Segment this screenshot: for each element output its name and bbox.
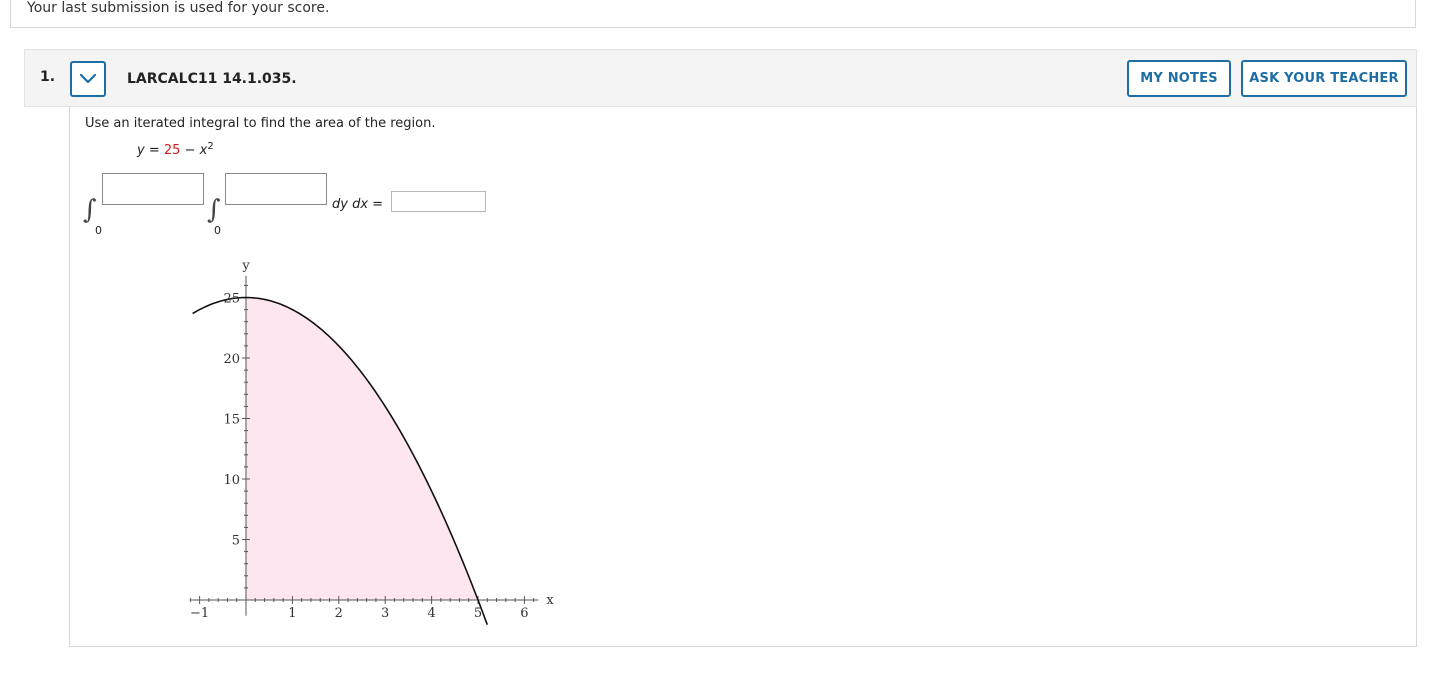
score-banner: Your last submission is used for your sc… bbox=[10, 0, 1416, 28]
question-number: 1. bbox=[40, 69, 56, 85]
question-id: LARCALC11 14.1.035. bbox=[127, 71, 297, 87]
equation-constant: 25 bbox=[163, 143, 181, 158]
integral-equals: = bbox=[372, 197, 384, 212]
equation-equals: = bbox=[148, 143, 160, 158]
shaded-region bbox=[246, 297, 478, 600]
y-tick-label: 5 bbox=[232, 534, 240, 549]
my-notes-button[interactable]: MY NOTES bbox=[1127, 60, 1231, 97]
y-tick-label: 15 bbox=[223, 413, 240, 428]
x-axis-label: x bbox=[546, 593, 554, 608]
y-tick-label: 20 bbox=[223, 352, 240, 367]
question-body: Use an iterated integral to find the are… bbox=[69, 107, 1417, 647]
x-tick-label: 1 bbox=[288, 606, 296, 621]
inner-integral-sign: ∫ bbox=[207, 195, 221, 225]
differentials-label: dy dx = bbox=[332, 197, 383, 212]
region-graph: −1 1 2 3 4 5 6 5 10 15 20 25 x y bbox=[189, 259, 554, 625]
question-header: 1. LARCALC11 14.1.035. MY NOTES ASK YOUR… bbox=[24, 49, 1417, 107]
outer-integral-sign: ∫ bbox=[83, 195, 97, 225]
area-answer-input[interactable] bbox=[391, 191, 486, 212]
inner-upper-limit-input[interactable] bbox=[225, 173, 327, 205]
question-prompt: Use an iterated integral to find the are… bbox=[85, 116, 436, 131]
x-tick-label: 5 bbox=[474, 606, 482, 621]
collapse-toggle-button[interactable] bbox=[70, 61, 106, 97]
differentials-text: dy dx bbox=[332, 197, 369, 212]
x-tick-label: 2 bbox=[335, 606, 343, 621]
y-axis-label: y bbox=[241, 259, 250, 274]
score-banner-text: Your last submission is used for your sc… bbox=[27, 0, 330, 16]
inner-lower-limit: 0 bbox=[214, 224, 221, 237]
x-tick-label: 3 bbox=[381, 606, 389, 621]
chevron-down-icon bbox=[79, 73, 97, 84]
region-equation: y = 25 − x2 bbox=[137, 141, 214, 158]
x-tick-label: −1 bbox=[190, 606, 209, 621]
equation-minus: − bbox=[184, 143, 196, 158]
equation-power: 2 bbox=[207, 141, 214, 152]
y-tick-label: 25 bbox=[223, 292, 240, 307]
ask-teacher-button[interactable]: ASK YOUR TEACHER bbox=[1241, 60, 1407, 97]
x-tick-label: 6 bbox=[520, 606, 528, 621]
outer-lower-limit: 0 bbox=[95, 224, 102, 237]
x-tick-label: 4 bbox=[427, 606, 435, 621]
outer-upper-limit-input[interactable] bbox=[102, 173, 204, 205]
y-tick-label: 10 bbox=[223, 473, 240, 488]
equation-lhs: y bbox=[137, 143, 145, 158]
